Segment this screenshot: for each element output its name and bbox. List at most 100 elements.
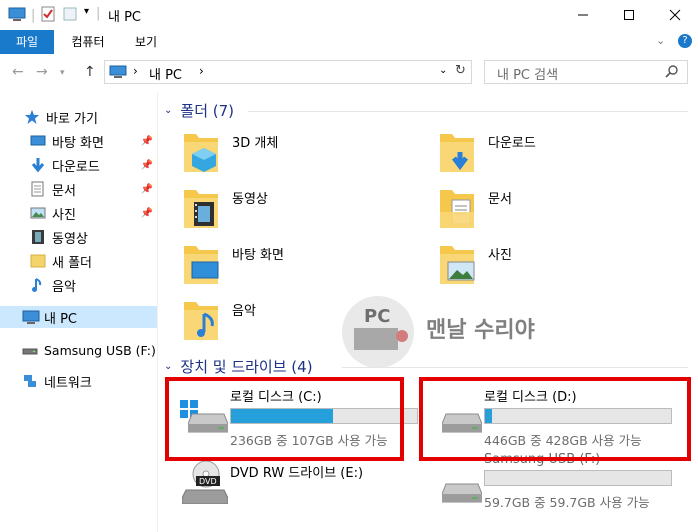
watermark-badge-icon: PC	[342, 296, 414, 368]
group-title: 폴더 (7)	[180, 102, 235, 120]
star-icon	[24, 109, 40, 125]
breadcrumb-this-pc[interactable]: 내 PC	[149, 64, 182, 83]
pin-icon[interactable]: 📌	[141, 208, 153, 219]
download-icon	[30, 157, 46, 173]
minimize-button[interactable]	[560, 0, 606, 30]
video-icon	[30, 229, 46, 245]
download-folder-icon	[436, 128, 478, 176]
picture-folder-icon	[436, 240, 478, 288]
sidebar-item-label: 문서	[52, 183, 76, 199]
collapse-chevron-icon[interactable]: ⌄	[164, 361, 172, 372]
network-icon	[22, 373, 38, 389]
sidebar-item-new-folder[interactable]: 새 폴더	[0, 250, 157, 272]
tab-computer[interactable]: 컴퓨터	[60, 30, 116, 54]
sidebar-item-label: 내 PC	[44, 311, 78, 327]
pin-icon[interactable]: 📌	[141, 136, 153, 147]
breadcrumb-chevron-icon[interactable]: ›	[133, 64, 138, 78]
pin-icon[interactable]: 📌	[141, 184, 153, 195]
folder-downloads[interactable]: 다운로드	[436, 128, 676, 178]
this-pc-icon[interactable]	[8, 6, 26, 26]
sidebar-item-label: 사진	[52, 207, 76, 223]
collapse-chevron-icon[interactable]: ⌄	[164, 105, 172, 116]
search-box[interactable]: 내 PC 검색	[484, 60, 688, 84]
expand-ribbon-icon[interactable]: ⌄	[656, 34, 665, 47]
sidebar-item-music[interactable]: 음악	[0, 274, 157, 296]
sidebar-item-label: 새 폴더	[52, 255, 93, 271]
highlight-box-drive-c	[165, 377, 404, 461]
tab-view[interactable]: 보기	[122, 30, 170, 54]
address-dropdown-icon[interactable]: ⌄	[439, 65, 447, 76]
sidebar-item-videos[interactable]: 동영상	[0, 226, 157, 248]
folder-documents[interactable]: 문서	[436, 184, 676, 234]
sidebar-item-desktop[interactable]: 바탕 화면 📌	[0, 130, 157, 152]
sidebar-item-downloads[interactable]: 다운로드 📌	[0, 154, 157, 176]
folder-label: 동영상	[232, 192, 268, 207]
sidebar-item-label: Samsung USB (F:)	[44, 342, 156, 358]
breadcrumb-chevron-icon[interactable]: ›	[199, 64, 204, 78]
this-pc-small-icon	[109, 65, 127, 83]
sidebar-item-label: 다운로드	[52, 159, 100, 175]
document-folder-icon	[436, 184, 478, 232]
highlight-box-drive-d	[419, 377, 691, 461]
this-pc-icon	[22, 309, 40, 325]
folder-desktop[interactable]: 바탕 화면	[180, 240, 420, 290]
refresh-icon[interactable]: ↻	[455, 63, 466, 78]
help-icon[interactable]: ?	[678, 34, 692, 48]
group-divider	[248, 111, 688, 112]
usb-drive-icon	[22, 342, 38, 358]
folder-icon	[30, 253, 46, 269]
search-input[interactable]: 내 PC 검색	[497, 64, 558, 83]
sidebar-item-documents[interactable]: 문서 📌	[0, 178, 157, 200]
recent-locations-icon[interactable]: ▾	[60, 68, 65, 78]
search-icon[interactable]	[665, 64, 679, 82]
maximize-button[interactable]	[606, 0, 652, 30]
up-arrow-icon[interactable]: ↑	[84, 64, 96, 80]
watermark-text: 맨날 수리야	[426, 318, 535, 343]
sidebar-quick-access[interactable]: 바로 가기	[0, 106, 157, 128]
folder-label: 바탕 화면	[232, 248, 284, 263]
3d-objects-icon	[180, 128, 222, 176]
drive-f-usb[interactable]: Samsung USB (F:) 59.7GB 중 59.7GB 사용 가능	[432, 452, 682, 516]
watermark-badge-text: PC	[364, 306, 390, 327]
desktop-icon	[30, 133, 46, 149]
sidebar-item-this-pc[interactable]: 내 PC	[0, 306, 157, 328]
properties-icon[interactable]	[40, 6, 56, 26]
desktop-folder-icon	[180, 240, 222, 288]
picture-icon	[30, 205, 46, 221]
sidebar-item-pictures[interactable]: 사진 📌	[0, 202, 157, 224]
new-folder-icon[interactable]	[62, 6, 78, 26]
address-bar[interactable]: › 내 PC › ⌄ ↻	[104, 60, 472, 84]
pin-icon[interactable]: 📌	[141, 160, 153, 171]
document-icon	[30, 181, 46, 197]
watermark-logo: PC 맨날 수리야	[340, 292, 590, 372]
drives-group-header[interactable]: ⌄ 장치 및 드라이브 (4)	[164, 356, 313, 377]
folder-pictures[interactable]: 사진	[436, 240, 676, 290]
folder-label: 사진	[488, 248, 512, 263]
title-separator: |	[96, 6, 101, 21]
folder-videos[interactable]: 동영상	[180, 184, 420, 234]
svg-text:DVD: DVD	[199, 477, 217, 486]
back-arrow-icon[interactable]: ←	[12, 64, 24, 80]
folders-group-header[interactable]: ⌄ 폴더 (7)	[164, 100, 234, 121]
drive-e-dvd[interactable]: DVD DVD RW 드라이브 (E:)	[178, 460, 428, 524]
group-title: 장치 및 드라이브 (4)	[180, 358, 313, 376]
usb-drive-icon	[441, 482, 483, 504]
window-title: 내 PC	[108, 10, 142, 25]
navigation-pane: 바로 가기 바탕 화면 📌 다운로드 📌 문서 📌 사진 📌 동영상 새 폴더 …	[0, 92, 157, 532]
forward-arrow-icon[interactable]: →	[36, 64, 48, 80]
separator-icon: |	[31, 8, 36, 23]
tab-file[interactable]: 파일	[0, 30, 54, 54]
sidebar-item-label: 음악	[52, 279, 76, 295]
folder-label: 음악	[232, 304, 256, 319]
sidebar-item-network[interactable]: 네트워크	[0, 370, 157, 392]
ribbon-tabs: 파일 컴퓨터 보기 ⌄ ?	[0, 30, 698, 54]
dvd-drive-icon: DVD	[181, 460, 229, 508]
customize-toolbar-icon[interactable]: ▾	[84, 6, 89, 17]
folder-3d-objects[interactable]: 3D 개체	[180, 128, 420, 178]
folder-label: 다운로드	[488, 136, 536, 151]
title-bar: | ▾ | 내 PC	[0, 0, 698, 30]
sidebar-item-usb[interactable]: Samsung USB (F:)	[0, 339, 157, 361]
folder-label: 3D 개체	[232, 136, 279, 151]
sidebar-item-label: 네트워크	[44, 375, 92, 391]
close-button[interactable]	[652, 0, 698, 30]
